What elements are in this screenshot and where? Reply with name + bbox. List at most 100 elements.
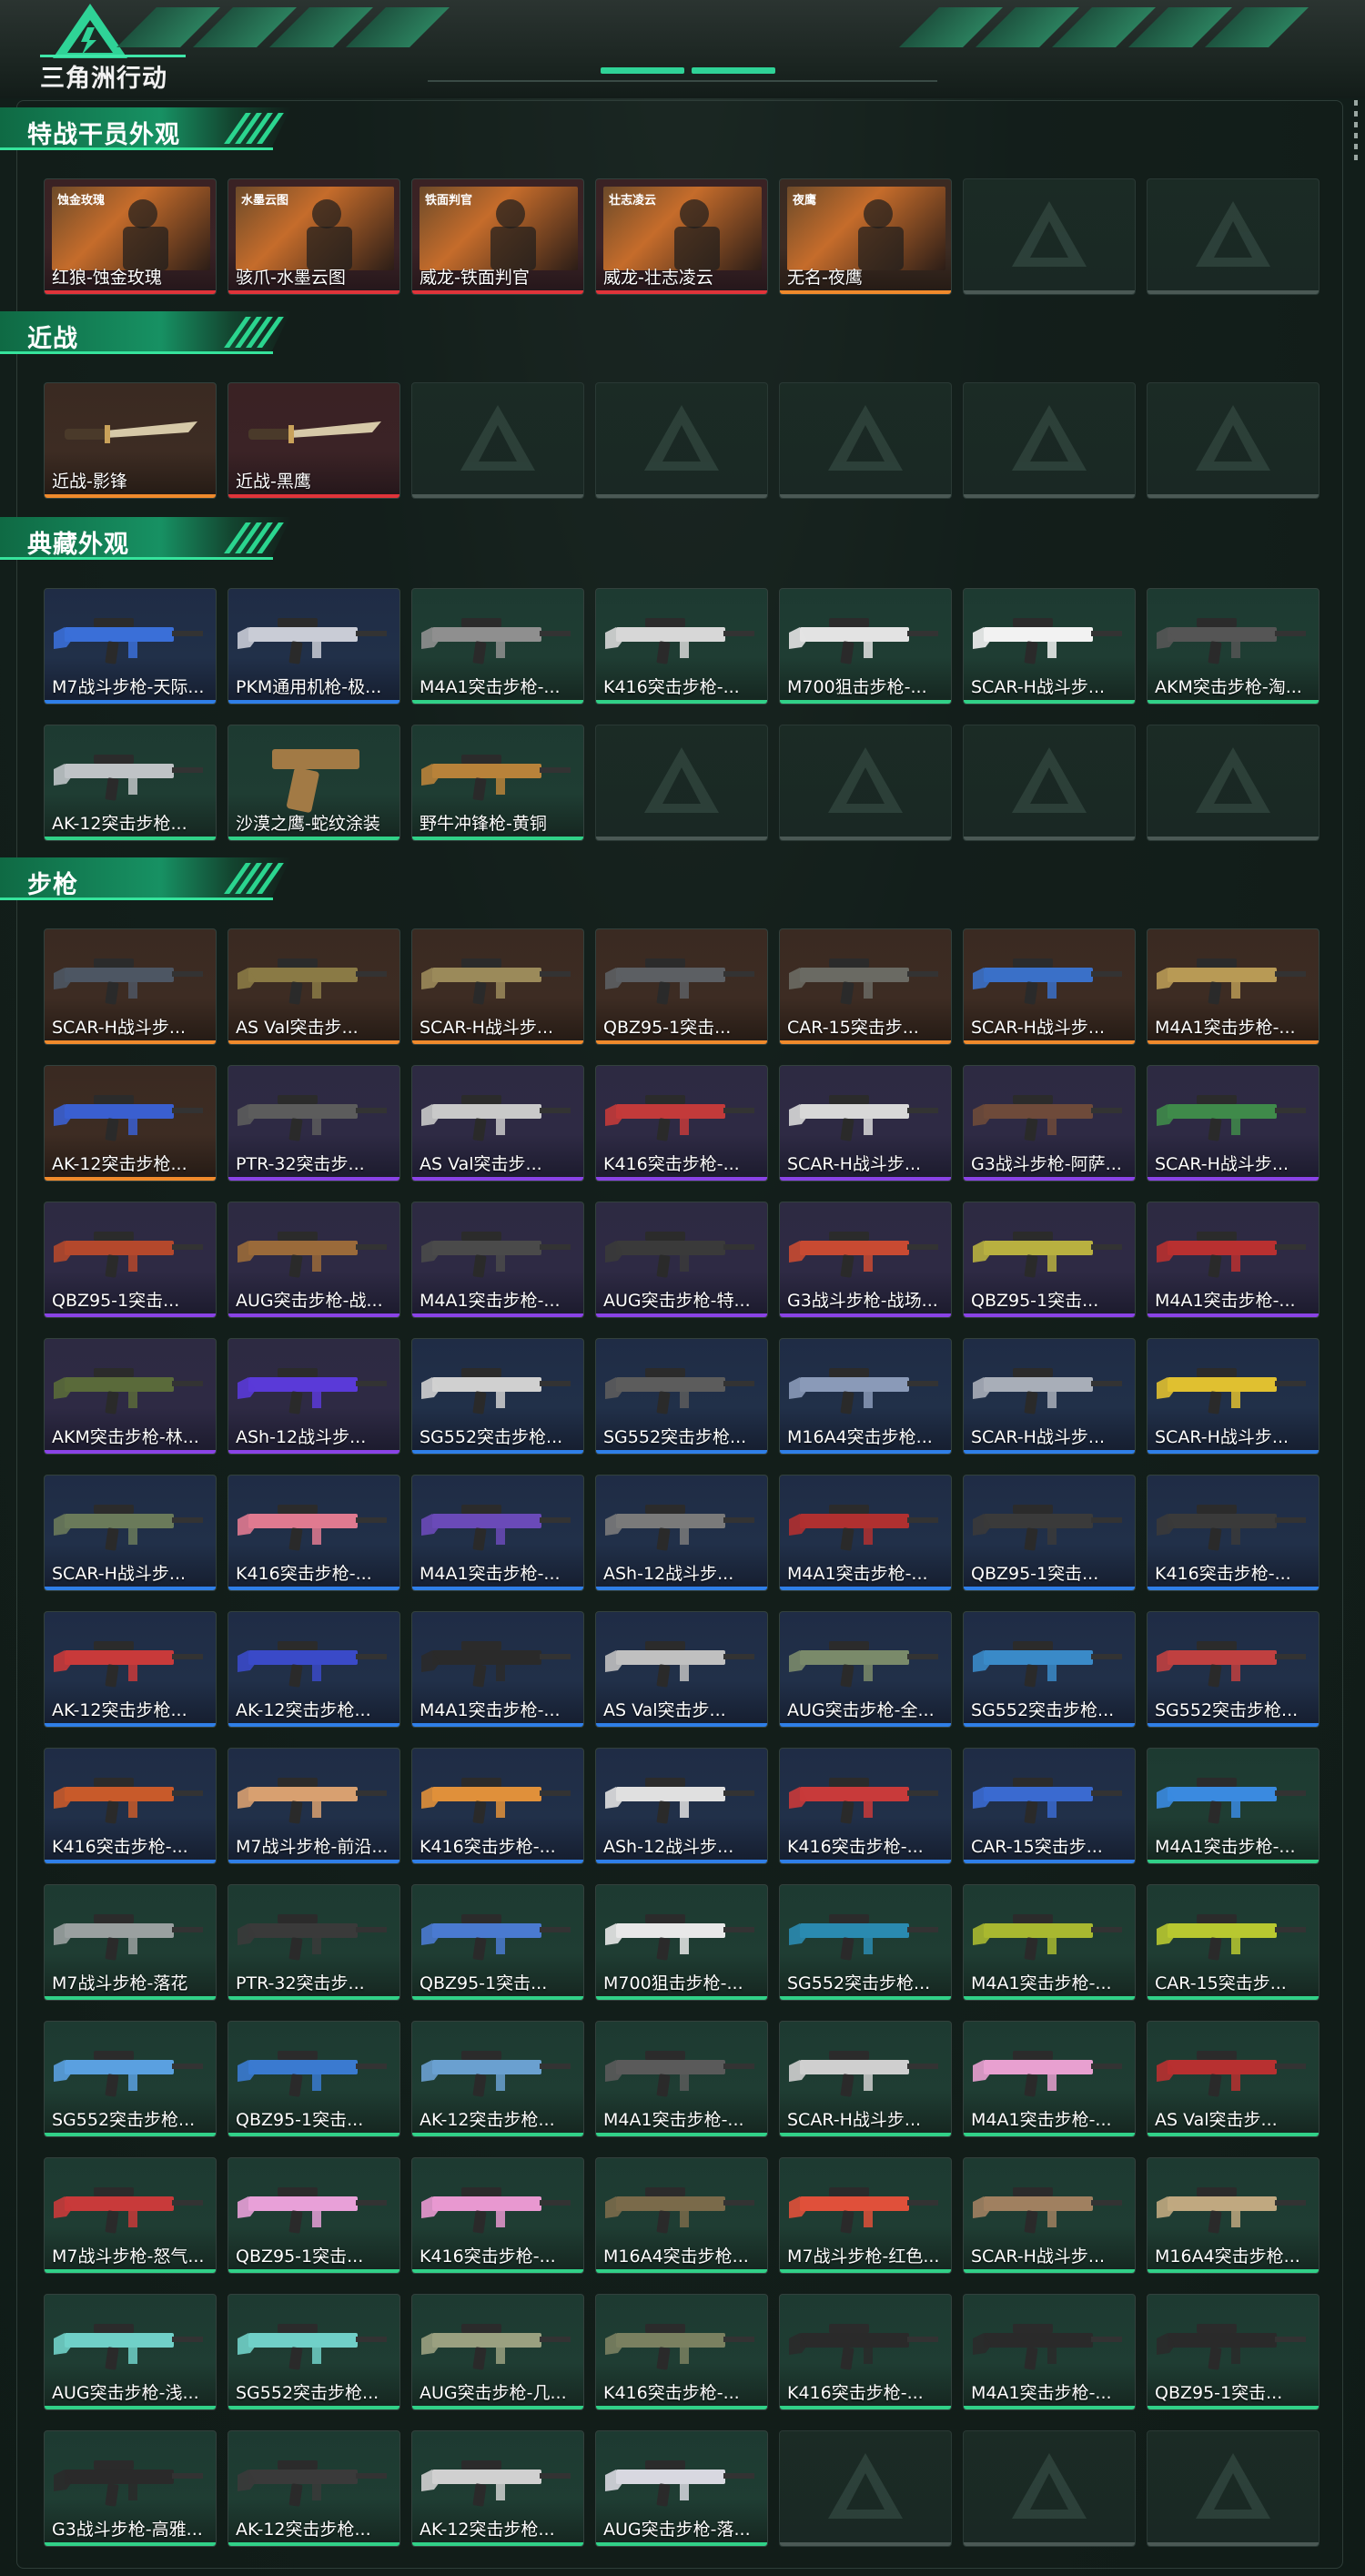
item-card[interactable]: SCAR-H战斗步... (411, 928, 584, 1045)
item-card[interactable]: SCAR-H战斗步... (1147, 1338, 1320, 1455)
item-card[interactable]: 野牛冲锋枪-黄铜 (411, 725, 584, 841)
item-card[interactable]: G3战斗步枪-高雅... (44, 2430, 217, 2547)
item-card[interactable]: K416突击步枪-... (44, 1748, 217, 1864)
item-card[interactable]: K416突击步枪-... (595, 2294, 768, 2410)
item-card[interactable]: M4A1突击步枪-... (411, 1475, 584, 1591)
item-card[interactable]: M16A4突击步枪... (1147, 2157, 1320, 2274)
item-card[interactable]: AS Val突击步... (595, 1611, 768, 1728)
item-card[interactable]: SCAR-H战斗步... (44, 928, 217, 1045)
item-card[interactable]: 近战-黑鹰 (228, 382, 400, 499)
item-card[interactable]: AUG突击步枪-落... (595, 2430, 768, 2547)
item-card[interactable]: M700狙击步枪-... (595, 1884, 768, 2001)
item-card[interactable]: SCAR-H战斗步... (963, 588, 1136, 705)
item-card[interactable]: M7战斗步枪-落花 (44, 1884, 217, 2001)
item-card[interactable]: AK-12突击步枪... (411, 2021, 584, 2137)
item-card[interactable]: AS Val突击步... (411, 1065, 584, 1182)
item-card[interactable]: QBZ95-1突击... (228, 2157, 400, 2274)
item-card[interactable]: SG552突击步枪... (779, 1884, 952, 2001)
item-card[interactable]: SG552突击步枪... (228, 2294, 400, 2410)
item-card[interactable]: AS Val突击步... (228, 928, 400, 1045)
item-card[interactable]: QBZ95-1突击... (228, 2021, 400, 2137)
item-card[interactable]: M7战斗步枪-怒气... (44, 2157, 217, 2274)
item-card[interactable]: SCAR-H战斗步... (963, 1338, 1136, 1455)
item-card[interactable]: QBZ95-1突击... (411, 1884, 584, 2001)
item-card[interactable]: QBZ95-1突击... (963, 1475, 1136, 1591)
item-card[interactable]: ASh-12战斗步... (595, 1748, 768, 1864)
item-card[interactable]: SCAR-H战斗步... (779, 2021, 952, 2137)
item-card[interactable]: SCAR-H战斗步... (44, 1475, 217, 1591)
item-card[interactable]: QBZ95-1突击... (595, 928, 768, 1045)
item-card[interactable]: AK-12突击步枪... (228, 2430, 400, 2547)
item-card[interactable]: SG552突击步枪... (963, 1611, 1136, 1728)
item-card[interactable]: PKM通用机枪-极... (228, 588, 400, 705)
item-card[interactable]: 近战-影锋 (44, 382, 217, 499)
item-card[interactable]: K416突击步枪-... (1147, 1475, 1320, 1591)
item-card[interactable]: 壮志凌云 威龙-壮志凌云 (595, 178, 768, 295)
item-card[interactable]: M4A1突击步枪-... (963, 2294, 1136, 2410)
item-card[interactable]: 夜鹰 无名-夜鹰 (779, 178, 952, 295)
item-card[interactable]: K416突击步枪-... (595, 588, 768, 705)
item-card[interactable]: AS Val突击步... (1147, 2021, 1320, 2137)
item-card[interactable]: ASh-12战斗步... (595, 1475, 768, 1591)
item-card[interactable]: CAR-15突击步... (779, 928, 952, 1045)
item-card[interactable]: M4A1突击步枪-... (963, 1884, 1136, 2001)
item-card[interactable]: M4A1突击步枪-... (1147, 1202, 1320, 1318)
item-card[interactable]: M4A1突击步枪-... (963, 2021, 1136, 2137)
item-card[interactable]: K416突击步枪-... (779, 2294, 952, 2410)
item-card[interactable]: M16A4突击步枪... (595, 2157, 768, 2274)
item-card[interactable]: PTR-32突击步... (228, 1884, 400, 2001)
item-card[interactable]: SG552突击步枪... (1147, 1611, 1320, 1728)
item-card[interactable]: AK-12突击步枪... (228, 1611, 400, 1728)
item-card[interactable]: ASh-12战斗步... (228, 1338, 400, 1455)
item-card[interactable]: AK-12突击步枪... (44, 1611, 217, 1728)
item-card[interactable]: SCAR-H战斗步... (963, 2157, 1136, 2274)
item-card[interactable]: M4A1突击步枪-... (411, 1611, 584, 1728)
item-card[interactable]: K416突击步枪-... (411, 1748, 584, 1864)
item-card[interactable]: PTR-32突击步... (228, 1065, 400, 1182)
item-card[interactable]: 沙漠之鹰-蛇纹涂装 (228, 725, 400, 841)
item-card[interactable]: G3战斗步枪-战场... (779, 1202, 952, 1318)
item-card[interactable]: 水墨云图 骇爪-水墨云图 (228, 178, 400, 295)
item-card[interactable]: M4A1突击步枪-... (411, 588, 584, 705)
item-card[interactable]: 铁面判官 威龙-铁面判官 (411, 178, 584, 295)
item-card[interactable]: 蚀金玫瑰 红狼-蚀金玫瑰 (44, 178, 217, 295)
item-card[interactable]: AK-12突击步枪... (44, 1065, 217, 1182)
item-card[interactable]: SCAR-H战斗步... (1147, 1065, 1320, 1182)
item-card[interactable]: SG552突击步枪... (44, 2021, 217, 2137)
item-card[interactable]: AUG突击步枪-浅... (44, 2294, 217, 2410)
item-card[interactable]: AK-12突击步枪... (44, 725, 217, 841)
item-card[interactable]: M7战斗步枪-红色... (779, 2157, 952, 2274)
rifle-icon (789, 1641, 938, 1688)
item-card[interactable]: AKM突击步枪-林... (44, 1338, 217, 1455)
item-card[interactable]: K416突击步枪-... (779, 1748, 952, 1864)
item-card[interactable]: M4A1突击步枪-... (1147, 928, 1320, 1045)
item-card[interactable]: M16A4突击步枪... (779, 1338, 952, 1455)
scrollbar[interactable] (1352, 100, 1360, 173)
item-card[interactable]: CAR-15突击步... (1147, 1884, 1320, 2001)
item-card[interactable]: AUG突击步枪-战... (228, 1202, 400, 1318)
item-card[interactable]: CAR-15突击步... (963, 1748, 1136, 1864)
item-card[interactable]: SG552突击步枪... (411, 1338, 584, 1455)
item-card[interactable]: AUG突击步枪-全... (779, 1611, 952, 1728)
item-card[interactable]: AKM突击步枪-淘... (1147, 588, 1320, 705)
item-card[interactable]: K416突击步枪-... (411, 2157, 584, 2274)
item-card[interactable]: M4A1突击步枪-... (595, 2021, 768, 2137)
item-card[interactable]: M4A1突击步枪-... (411, 1202, 584, 1318)
item-card[interactable]: M700狙击步枪-... (779, 588, 952, 705)
item-card[interactable]: M7战斗步枪-前沿... (228, 1748, 400, 1864)
item-card[interactable]: AUG突击步枪-几... (411, 2294, 584, 2410)
item-card[interactable]: M4A1突击步枪-... (779, 1475, 952, 1591)
item-card[interactable]: AUG突击步枪-特... (595, 1202, 768, 1318)
item-card[interactable]: QBZ95-1突击... (1147, 2294, 1320, 2410)
item-card[interactable]: M7战斗步枪-天际... (44, 588, 217, 705)
item-card[interactable]: M4A1突击步枪-... (1147, 1748, 1320, 1864)
item-card[interactable]: AK-12突击步枪... (411, 2430, 584, 2547)
item-card[interactable]: K416突击步枪-... (595, 1065, 768, 1182)
item-card[interactable]: K416突击步枪-... (228, 1475, 400, 1591)
item-card[interactable]: G3战斗步枪-阿萨... (963, 1065, 1136, 1182)
item-card[interactable]: QBZ95-1突击... (963, 1202, 1136, 1318)
item-card[interactable]: QBZ95-1突击... (44, 1202, 217, 1318)
item-card[interactable]: SG552突击步枪... (595, 1338, 768, 1455)
item-card[interactable]: SCAR-H战斗步... (779, 1065, 952, 1182)
item-card[interactable]: SCAR-H战斗步... (963, 928, 1136, 1045)
